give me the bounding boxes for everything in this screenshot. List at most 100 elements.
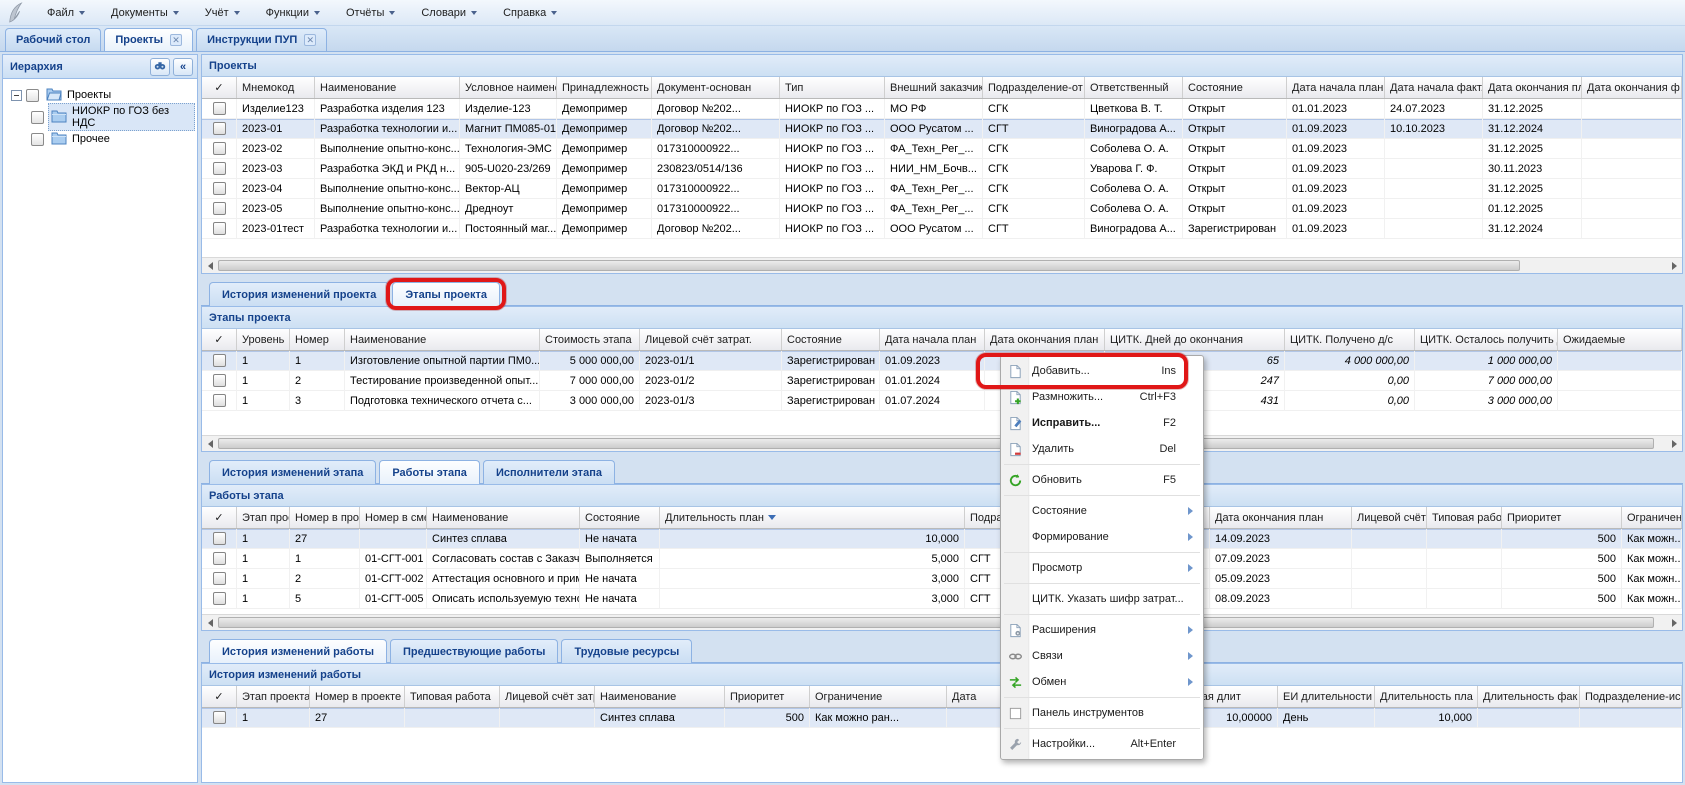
scroll-left-button[interactable] xyxy=(202,436,218,451)
table-row[interactable]: 127Синтез сплаваНе начата10,00014.09.202… xyxy=(202,529,1682,549)
scroll-left-button[interactable] xyxy=(202,615,218,630)
row-checkbox[interactable] xyxy=(213,182,226,195)
horizontal-scrollbar[interactable] xyxy=(202,257,1682,273)
context-menu-item-settings[interactable]: Настройки...Alt+Enter xyxy=(1002,731,1202,757)
column-header-title[interactable]: Наименование xyxy=(595,686,725,707)
column-header-constraint[interactable]: Ограничение xyxy=(810,686,947,707)
search-tool-button[interactable] xyxy=(150,58,170,76)
table-row[interactable]: Изделие123Разработка изделия 123Изделие-… xyxy=(202,99,1682,119)
column-header-department-from[interactable]: Подразделение-от xyxy=(983,77,1085,98)
tree-item-other[interactable]: Прочее xyxy=(5,128,195,150)
column-header-select[interactable]: ✓ xyxy=(202,507,237,528)
menu-accounting[interactable]: Учёт xyxy=(194,3,251,23)
row-checkbox[interactable] xyxy=(213,572,226,585)
column-header-end-date-plan[interactable]: Дата окончания план xyxy=(1210,507,1352,528)
table-row[interactable]: 11Изготовление опытной партии ПМ0...5 00… xyxy=(202,351,1682,371)
context-menu-item-delete[interactable]: УдалитьDel xyxy=(1002,436,1202,462)
table-row[interactable]: 2023-04Выполнение опытно-конс...Вектор-А… xyxy=(202,179,1682,199)
column-header-state[interactable]: Состояние xyxy=(1183,77,1287,98)
column-header-stage-cost[interactable]: Стоимость этапа xyxy=(540,329,640,350)
table-row[interactable]: 127Синтез сплава500Как можно ран...10,00… xyxy=(202,708,1682,728)
column-header-title[interactable]: Наименование xyxy=(345,329,540,350)
collapse-sidebar-button[interactable]: « xyxy=(173,58,193,76)
tab-project-change-history[interactable]: История изменений проекта xyxy=(209,282,389,306)
column-header-start-date-fact[interactable]: Дата начала факт. xyxy=(1385,77,1483,98)
scroll-right-button[interactable] xyxy=(1666,615,1682,630)
context-menu-item-edit[interactable]: Исправить...F2 xyxy=(1002,410,1202,436)
row-checkbox[interactable] xyxy=(213,162,226,175)
tab-preceding-works[interactable]: Предшествующие работы xyxy=(390,639,558,663)
scrollbar-thumb[interactable] xyxy=(218,260,1520,271)
column-header-select[interactable]: ✓ xyxy=(202,686,237,707)
table-row[interactable]: 2023-05Выполнение опытно-конс...Дредноут… xyxy=(202,199,1682,219)
table-row[interactable]: 1501-СГТ-005Описать используемую техноло… xyxy=(202,589,1682,609)
column-header-start-date-plan[interactable]: Дата начала план. xyxy=(1287,77,1385,98)
tree-checkbox[interactable] xyxy=(31,133,44,146)
context-menu-item-formation[interactable]: Формирование xyxy=(1002,524,1202,550)
column-header-cost-account[interactable]: Лицевой счёт затрат. xyxy=(640,329,782,350)
scrollbar-thumb[interactable] xyxy=(218,438,1654,449)
collapse-expander-icon[interactable] xyxy=(11,90,22,101)
table-row[interactable]: 1201-СГТ-002Аттестация основного и приме… xyxy=(202,569,1682,589)
row-checkbox[interactable] xyxy=(213,374,226,387)
context-menu-item-refresh[interactable]: ОбновитьF5 xyxy=(1002,467,1202,493)
tab-pup-instructions[interactable]: Инструкции ПУП✕ xyxy=(196,28,327,51)
column-header-constraint[interactable]: Ограничение xyxy=(1622,507,1682,528)
table-row[interactable]: 2023-03Разработка ЭКД и РКД н...905-U020… xyxy=(202,159,1682,179)
menu-documents[interactable]: Документы xyxy=(100,3,190,23)
close-icon[interactable]: ✕ xyxy=(170,34,182,46)
table-row[interactable]: 2023-01тестРазработка технологии и...Пос… xyxy=(202,219,1682,239)
column-header-typical-work[interactable]: Типовая работа xyxy=(1427,507,1502,528)
column-header-number[interactable]: Номер xyxy=(290,329,345,350)
column-header-expected[interactable]: Ожидаемые xyxy=(1558,329,1682,350)
column-header-end-date-plan[interactable]: Дата окончания план xyxy=(985,329,1105,350)
tab-stage-executors[interactable]: Исполнители этапа xyxy=(483,460,615,484)
column-header-title[interactable]: Наименование xyxy=(427,507,580,528)
column-header-priority[interactable]: Приоритет xyxy=(725,686,810,707)
tab-work-change-history[interactable]: История изменений работы xyxy=(209,639,387,663)
row-checkbox[interactable] xyxy=(213,354,226,367)
context-menu-item-add[interactable]: Добавить...Ins xyxy=(1002,358,1202,384)
table-row[interactable]: 1101-СГТ-001Согласовать состав с Заказчи… xyxy=(202,549,1682,569)
scroll-right-button[interactable] xyxy=(1666,258,1682,273)
column-header-citk-received[interactable]: ЦИТК. Получено д/с xyxy=(1285,329,1415,350)
tree-checkbox[interactable] xyxy=(26,89,39,102)
column-header-priority[interactable]: Приоритет xyxy=(1502,507,1622,528)
horizontal-scrollbar[interactable] xyxy=(202,614,1682,630)
column-header-select[interactable]: ✓ xyxy=(202,77,237,98)
tab-project-stages[interactable]: Этапы проекта xyxy=(392,282,500,306)
context-menu-item-extensions[interactable]: Расширения xyxy=(1002,617,1202,643)
row-checkbox[interactable] xyxy=(213,122,226,135)
context-menu-item-links[interactable]: Связи xyxy=(1002,643,1202,669)
column-header-start-date-plan[interactable]: Дата начала план xyxy=(880,329,985,350)
column-header-mnemocode[interactable]: Мнемокод xyxy=(237,77,315,98)
column-header-code-name[interactable]: Условное наименова xyxy=(460,77,557,98)
column-header-base-document[interactable]: Документ-основан xyxy=(652,77,780,98)
context-menu-item-view[interactable]: Просмотр xyxy=(1002,555,1202,581)
menu-help[interactable]: Справка xyxy=(492,3,568,23)
column-header-title[interactable]: Наименование xyxy=(315,77,460,98)
tree-checkbox[interactable] xyxy=(31,111,44,124)
table-row[interactable]: 13Подготовка технического отчета с...3 0… xyxy=(202,391,1682,411)
menu-reports[interactable]: Отчёты xyxy=(335,3,406,23)
row-checkbox[interactable] xyxy=(213,222,226,235)
scrollbar-thumb[interactable] xyxy=(218,617,1654,628)
row-checkbox[interactable] xyxy=(213,142,226,155)
column-header-duration-plan[interactable]: Длительность пла xyxy=(1375,686,1478,707)
tree-item-niokr-goz-no-vat[interactable]: НИОКР по ГОЗ без НДС xyxy=(5,106,195,128)
tab-stage-works[interactable]: Работы этапа xyxy=(379,460,480,484)
column-header-duration-unit[interactable]: ЕИ длительности xyxy=(1278,686,1375,707)
column-header-level[interactable]: Уровень xyxy=(237,329,290,350)
column-header-state[interactable]: Состояние xyxy=(580,507,660,528)
menu-file[interactable]: Файл xyxy=(36,3,96,23)
column-header-project-stage[interactable]: Этап проекта xyxy=(237,686,310,707)
column-header-state[interactable]: Состояние xyxy=(782,329,880,350)
context-menu-item-state[interactable]: Состояние xyxy=(1002,498,1202,524)
column-header-end-date-fact[interactable]: Дата окончания ф xyxy=(1582,77,1682,98)
menu-dictionaries[interactable]: Словари xyxy=(410,3,488,23)
row-checkbox[interactable] xyxy=(213,592,226,605)
context-menu-item-toolbar-panel[interactable]: Панель инструментов xyxy=(1002,700,1202,726)
column-header-duration-fact[interactable]: Длительность фак xyxy=(1478,686,1580,707)
column-header-belonging[interactable]: Принадлежность xyxy=(557,77,652,98)
row-checkbox[interactable] xyxy=(213,102,226,115)
